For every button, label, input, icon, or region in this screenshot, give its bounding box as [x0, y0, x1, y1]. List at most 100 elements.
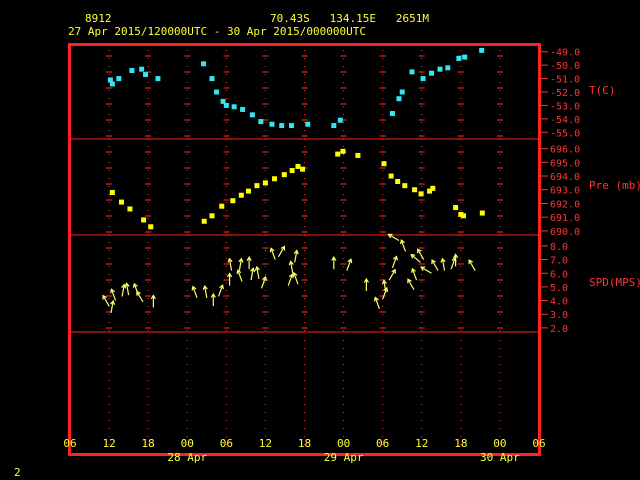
pressure-point: [127, 206, 133, 212]
pressure-point: [335, 151, 341, 157]
temperature-point: [288, 123, 294, 129]
wind-arrow: [110, 299, 116, 313]
pressure-point: [118, 199, 124, 205]
temperature-point: [445, 65, 451, 71]
wind-arrow: [287, 273, 294, 286]
temperature-point: [116, 76, 122, 82]
x-tick-label: 00: [493, 437, 506, 450]
x-tick-label: 06: [532, 437, 545, 450]
pressure-point: [355, 152, 361, 158]
pressure-point: [272, 176, 278, 182]
wind-arrow: [407, 278, 415, 290]
wind-arrow: [468, 259, 476, 271]
pressure-axis-label: Pre (mb): [589, 179, 640, 192]
temperature-point: [129, 68, 135, 74]
temperature-point: [269, 121, 275, 127]
wind-arrow: [254, 265, 260, 279]
time-range: 27 Apr 2015/120000UTC - 30 Apr 2015/0000…: [68, 25, 366, 38]
temperature-point: [249, 112, 255, 118]
x-tick-label: 00: [337, 437, 350, 450]
pressure-point: [418, 191, 424, 197]
pressure-point: [412, 187, 418, 193]
temperature-point: [396, 96, 402, 102]
y-tick-label: 7.0: [550, 256, 568, 267]
temperature-point: [331, 123, 337, 129]
y-tick-label: 691.0: [550, 213, 580, 224]
x-tick-label: 12: [259, 437, 272, 450]
temperature-point: [258, 119, 264, 125]
temperature-point: [209, 76, 215, 82]
x-tick-label: 00: [181, 437, 194, 450]
temperature-point: [240, 106, 246, 112]
wind-arrow: [388, 268, 396, 281]
wind-arrow: [288, 260, 294, 274]
temperature-point: [420, 76, 426, 82]
data-layer: [102, 47, 485, 313]
pressure-point: [289, 168, 295, 174]
pressure-point: [254, 183, 260, 189]
wind-arrow: [250, 267, 256, 281]
page-number: 2: [14, 466, 21, 479]
y-tick-label: 694.0: [550, 172, 580, 183]
temperature-point: [201, 61, 207, 67]
wind-arrow: [346, 258, 353, 271]
wind-arrow: [292, 271, 299, 285]
wind-arrow: [246, 256, 252, 270]
y-tick-label: -55.0: [550, 128, 580, 139]
temperature-point: [279, 123, 285, 129]
grid-layer: [106, 50, 503, 450]
wind-arrow: [420, 266, 432, 274]
temperature-point: [429, 70, 435, 76]
y-tick-label: 3.0: [550, 310, 568, 321]
temperature-point: [389, 110, 395, 116]
wind-arrow: [416, 248, 425, 260]
y-tick-label: -51.0: [550, 75, 580, 86]
wind-arrow: [331, 256, 337, 270]
temperature-point: [399, 89, 405, 95]
x-tick-label: 06: [63, 437, 76, 450]
wind-arrow: [373, 296, 380, 309]
meteogram: 8912 70.43S 134.15E 2651M 27 Apr 2015/12…: [14, 12, 640, 479]
pressure-point: [219, 203, 225, 209]
y-tick-label: 5.0: [550, 283, 568, 294]
y-tick-label: 8.0: [550, 242, 568, 253]
x-tick-label: 12: [415, 437, 428, 450]
pressure-point: [262, 180, 268, 186]
x-date-label: 30 Apr: [480, 451, 520, 464]
pressure-point: [340, 148, 346, 154]
wind-arrow: [236, 269, 243, 282]
temperature-point: [139, 66, 145, 72]
wind-arrow: [210, 292, 216, 307]
pressure-point: [453, 205, 459, 211]
y-tick-label: 693.0: [550, 186, 580, 197]
wind-arrow: [202, 284, 208, 298]
wind-arrow: [238, 257, 244, 271]
wind-arrow: [269, 247, 276, 260]
pressure-point: [209, 213, 215, 219]
temperature-axis-label: T(C): [589, 84, 616, 97]
pressure-point: [479, 210, 485, 216]
wind-speed-axis-label: SPD(MPS): [589, 276, 640, 289]
wind-arrow: [227, 257, 233, 271]
y-tick-label: 695.0: [550, 158, 580, 169]
wind-arrow: [102, 294, 110, 307]
pressure-point: [141, 217, 147, 223]
y-tick-label: 4.0: [550, 297, 568, 308]
wind-arrow: [277, 245, 286, 258]
wind-arrow: [399, 239, 407, 252]
temperature-point: [155, 76, 161, 82]
x-date-label: 29 Apr: [324, 451, 364, 464]
x-date-label: 28 Apr: [167, 451, 207, 464]
pressure-point: [201, 218, 207, 224]
pressure-point: [295, 163, 301, 169]
x-tick-label: 18: [142, 437, 155, 450]
temperature-point: [231, 104, 237, 110]
pressure-point: [238, 192, 244, 198]
y-tick-label: -50.0: [550, 61, 580, 72]
wind-arrow: [411, 267, 418, 281]
pressure-point: [109, 189, 115, 195]
y-tick-label: -49.0: [550, 48, 580, 59]
x-tick-label: 12: [102, 437, 115, 450]
wind-arrow: [217, 284, 225, 297]
y-axis-layer: -49.0 -50.0 -51.0 -52.0 -53.0 -54.0 -55.0 696.0…: [539, 48, 580, 335]
